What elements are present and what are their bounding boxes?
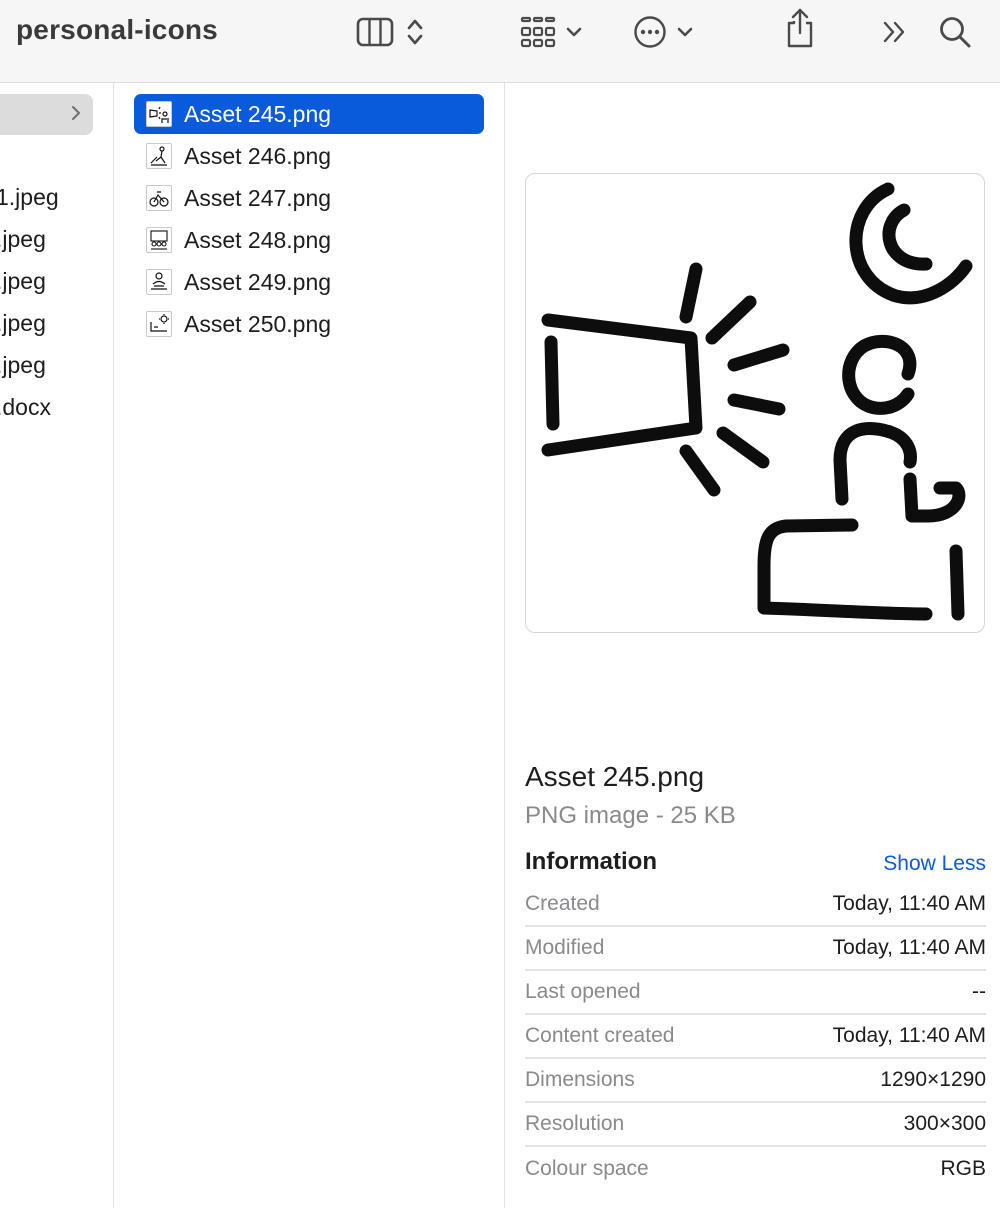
group-by-button[interactable] xyxy=(520,12,582,52)
info-key: Last opened xyxy=(525,980,641,1003)
search-button[interactable] xyxy=(938,12,972,52)
list-item[interactable]: .jpeg xyxy=(0,310,46,337)
file-thumbnail-icon xyxy=(146,143,172,169)
more-actions-icon xyxy=(633,15,667,49)
file-name: Asset 250.png xyxy=(184,310,332,337)
file-row[interactable]: Asset 246.png xyxy=(134,136,484,176)
preview-pane: Asset 245.png PNG image - 25 KB Informat… xyxy=(505,83,1000,1208)
file-name: Asset 248.png xyxy=(184,226,332,253)
info-row-colour-space: Colour space RGB xyxy=(525,1147,986,1191)
more-toolbar-items-button[interactable] xyxy=(880,12,910,52)
file-row[interactable]: Asset 250.png xyxy=(134,304,484,344)
info-value: RGB xyxy=(940,1157,986,1180)
toolbar: personal-icons xyxy=(0,0,1000,83)
preview-file-kind: PNG image - 25 KB xyxy=(525,802,736,829)
file-thumbnail-icon xyxy=(146,269,172,295)
double-chevron-right-icon xyxy=(880,20,910,44)
info-value: Today, 11:40 AM xyxy=(832,892,986,915)
info-key: Resolution xyxy=(525,1112,625,1135)
more-actions-button[interactable] xyxy=(633,12,693,52)
info-key: Dimensions xyxy=(525,1068,635,1091)
info-row-modified: Modified Today, 11:40 AM xyxy=(525,927,986,971)
previous-column: 1.jpeg .jpeg .jpeg .jpeg .jpeg .docx xyxy=(0,83,114,1208)
share-icon xyxy=(784,7,816,49)
list-item[interactable]: .jpeg xyxy=(0,268,46,295)
file-name: Asset 245.png xyxy=(184,100,332,127)
file-thumbnail-icon xyxy=(146,101,172,127)
file-row[interactable]: Asset 248.png xyxy=(134,220,484,260)
file-name: Asset 247.png xyxy=(184,184,332,211)
info-row-resolution: Resolution 300×300 xyxy=(525,1103,986,1147)
list-item[interactable]: .docx xyxy=(0,394,51,421)
file-row-selected[interactable]: Asset 245.png xyxy=(134,94,484,134)
preview-file-name: Asset 245.png xyxy=(525,761,705,792)
list-item[interactable]: .jpeg xyxy=(0,352,46,379)
file-row[interactable]: Asset 249.png xyxy=(134,262,484,302)
file-thumbnail-icon xyxy=(146,185,172,211)
info-value: 300×300 xyxy=(903,1112,986,1135)
info-key: Modified xyxy=(525,936,605,959)
share-button[interactable] xyxy=(784,8,816,48)
list-item[interactable]: 1.jpeg xyxy=(0,184,59,211)
image-preview xyxy=(525,173,985,633)
list-item[interactable]: .jpeg xyxy=(0,226,46,253)
file-thumbnail-icon xyxy=(146,227,172,253)
info-value: 1290×1290 xyxy=(880,1068,986,1091)
chevron-down-icon xyxy=(677,26,693,38)
info-value: -- xyxy=(972,980,986,1003)
chevron-down-icon xyxy=(566,26,582,38)
info-row-content-created: Content created Today, 11:40 AM xyxy=(525,1015,986,1059)
info-key: Created xyxy=(525,892,600,915)
file-thumbnail-icon xyxy=(146,311,172,337)
info-key: Content created xyxy=(525,1024,675,1047)
columns-view-icon xyxy=(356,17,394,47)
info-row-last-opened: Last opened -- xyxy=(525,971,986,1015)
info-value: Today, 11:40 AM xyxy=(832,1024,986,1047)
file-name: Asset 246.png xyxy=(184,142,332,169)
chevron-right-icon xyxy=(70,103,82,128)
view-columns-button[interactable] xyxy=(356,12,424,52)
information-heading: Information xyxy=(525,848,657,875)
grid-view-icon xyxy=(520,16,556,48)
show-less-link[interactable]: Show Less xyxy=(883,852,986,876)
info-row-created: Created Today, 11:40 AM xyxy=(525,883,986,927)
up-down-chevron-icon xyxy=(406,17,424,47)
info-value: Today, 11:40 AM xyxy=(832,936,986,959)
info-row-dimensions: Dimensions 1290×1290 xyxy=(525,1059,986,1103)
file-name: Asset 249.png xyxy=(184,268,332,295)
window-title: personal-icons xyxy=(16,14,218,45)
search-icon xyxy=(938,15,972,49)
info-key: Colour space xyxy=(525,1157,649,1180)
file-list-column: Asset 245.png Asset 246.png Asset 247.pn… xyxy=(114,83,505,1208)
file-row[interactable]: Asset 247.png xyxy=(134,178,484,218)
